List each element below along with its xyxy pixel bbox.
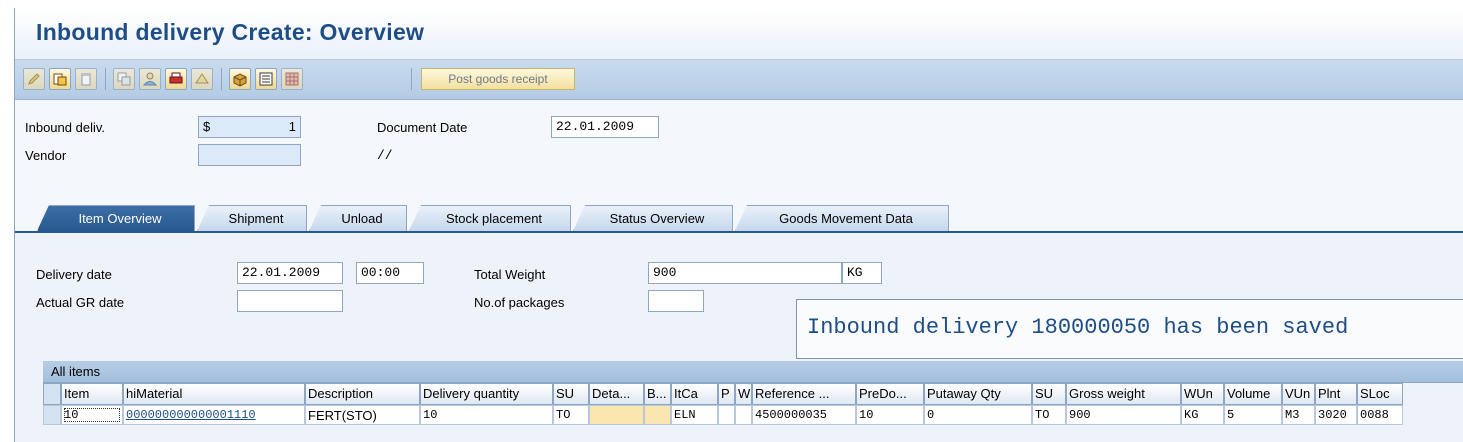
document-date-label: Document Date bbox=[377, 120, 468, 135]
status-message-popup: Inbound delivery 180000050 has been save… bbox=[796, 299, 1463, 359]
tab-goods-movement-data[interactable]: Goods Movement Data bbox=[735, 205, 949, 231]
structure-icon[interactable] bbox=[255, 68, 277, 90]
col-w[interactable]: W bbox=[735, 383, 752, 405]
actual-gr-date-label: Actual GR date bbox=[36, 295, 125, 310]
tabstrip: Item Overview Shipment Unload Stock plac… bbox=[15, 203, 1463, 231]
no-of-packages-label: No.of packages bbox=[474, 295, 565, 310]
tab-item-overview[interactable]: Item Overview bbox=[37, 205, 195, 231]
application-toolbar: Post goods receipt bbox=[15, 60, 1463, 100]
title-bar: Inbound delivery Create: Overview bbox=[15, 8, 1463, 60]
tab-status-overview[interactable]: Status Overview bbox=[573, 205, 733, 231]
col-predoc[interactable]: PreDo... bbox=[856, 383, 924, 405]
cell-description[interactable]: FERT(STO) bbox=[305, 405, 420, 425]
row-selector[interactable] bbox=[43, 405, 61, 425]
col-batch[interactable]: B... bbox=[644, 383, 671, 405]
col-plant[interactable]: Plnt bbox=[1315, 383, 1357, 405]
status-message-text: Inbound delivery 180000050 has been save… bbox=[807, 315, 1349, 340]
col-gross-weight[interactable]: Gross weight bbox=[1066, 383, 1181, 405]
col-volume-unit[interactable]: VUn bbox=[1282, 383, 1315, 405]
inbound-deliv-label: Inbound deliv. bbox=[25, 120, 105, 135]
toolbar-separator bbox=[221, 68, 222, 90]
tab-shipment[interactable]: Shipment bbox=[197, 205, 307, 231]
col-item[interactable]: Item bbox=[61, 383, 123, 405]
cell-predoc[interactable]: 10 bbox=[856, 405, 924, 425]
sap-window: Inbound delivery Create: Overview Post g… bbox=[14, 8, 1463, 442]
all-items-header: All items bbox=[43, 361, 1463, 383]
col-volume[interactable]: Volume bbox=[1224, 383, 1282, 405]
cell-detail[interactable] bbox=[589, 405, 644, 425]
cell-item[interactable]: 10 bbox=[61, 405, 123, 425]
cell-volume-unit[interactable]: M3 bbox=[1282, 405, 1315, 425]
all-items-title: All items bbox=[51, 364, 101, 379]
cell-putaway-qty[interactable]: 0 bbox=[924, 405, 1032, 425]
document-date-field[interactable]: 22.01.2009 bbox=[551, 116, 659, 138]
col-description[interactable]: Description bbox=[305, 383, 420, 405]
col-su[interactable]: SU bbox=[553, 383, 589, 405]
col-su-2[interactable]: SU bbox=[1032, 383, 1066, 405]
print-icon[interactable] bbox=[165, 68, 187, 90]
vendor-field[interactable] bbox=[198, 144, 301, 166]
delivery-date-field[interactable]: 22.01.2009 bbox=[237, 262, 343, 284]
vendor-name: // bbox=[377, 148, 393, 163]
cell-reference[interactable]: 4500000035 bbox=[752, 405, 856, 425]
col-putaway-qty[interactable]: Putaway Qty bbox=[924, 383, 1032, 405]
cell-su[interactable]: TO bbox=[553, 405, 589, 425]
cell-w[interactable] bbox=[735, 405, 752, 425]
col-delivery-quantity[interactable]: Delivery quantity bbox=[420, 383, 553, 405]
actual-gr-date-field[interactable] bbox=[237, 290, 343, 312]
col-storage-location[interactable]: SLoc bbox=[1357, 383, 1403, 405]
delivery-time-field[interactable]: 00:00 bbox=[356, 262, 424, 284]
inbound-deliv-prefix: $ bbox=[203, 119, 211, 134]
cell-p[interactable] bbox=[718, 405, 735, 425]
cell-weight-unit[interactable]: KG bbox=[1181, 405, 1224, 425]
person-icon[interactable] bbox=[139, 68, 161, 90]
tab-unload[interactable]: Unload bbox=[309, 205, 407, 231]
tab-stock-placement[interactable]: Stock placement bbox=[409, 205, 571, 231]
total-weight-unit-field[interactable]: KG bbox=[842, 262, 882, 284]
col-reference[interactable]: Reference ... bbox=[752, 383, 856, 405]
no-of-packages-field[interactable] bbox=[648, 290, 704, 312]
cell-su-2[interactable]: TO bbox=[1032, 405, 1066, 425]
post-goods-receipt-button[interactable]: Post goods receipt bbox=[421, 68, 575, 90]
vendor-label: Vendor bbox=[25, 148, 67, 163]
delivery-date-label: Delivery date bbox=[36, 267, 112, 282]
delete-icon[interactable] bbox=[75, 68, 97, 90]
edit-pencil-icon[interactable] bbox=[23, 68, 45, 90]
inbound-deliv-field[interactable]: $ 1 bbox=[198, 116, 301, 138]
col-p[interactable]: P bbox=[718, 383, 735, 405]
cell-gross-weight[interactable]: 900 bbox=[1066, 405, 1181, 425]
copy-icon[interactable] bbox=[113, 68, 135, 90]
toolbar-separator bbox=[411, 68, 412, 90]
col-weight-unit[interactable]: WUn bbox=[1181, 383, 1224, 405]
cell-delivery-quantity[interactable]: 10 bbox=[420, 405, 553, 425]
cell-volume[interactable]: 5 bbox=[1224, 405, 1282, 425]
page-title: Inbound delivery Create: Overview bbox=[36, 19, 425, 45]
cell-storage-location[interactable]: 0088 bbox=[1357, 405, 1403, 425]
col-material[interactable]: hiMaterial bbox=[123, 383, 305, 405]
cell-plant[interactable]: 3020 bbox=[1315, 405, 1357, 425]
cell-batch[interactable] bbox=[644, 405, 671, 425]
total-weight-label: Total Weight bbox=[474, 267, 546, 282]
grid-icon[interactable] bbox=[281, 68, 303, 90]
display-change-icon[interactable] bbox=[49, 68, 71, 90]
col-detail[interactable]: Deta... bbox=[589, 383, 644, 405]
col-item-category[interactable]: ItCa bbox=[671, 383, 718, 405]
total-weight-field[interactable]: 900 bbox=[648, 262, 842, 284]
cell-material[interactable]: 000000000000001110 bbox=[123, 405, 305, 425]
ticket-icon[interactable] bbox=[191, 68, 213, 90]
toolbar-separator bbox=[105, 68, 106, 90]
inbound-deliv-value: 1 bbox=[288, 119, 296, 134]
cell-item-category[interactable]: ELN bbox=[671, 405, 718, 425]
package-icon[interactable] bbox=[229, 68, 251, 90]
select-all-cell[interactable] bbox=[43, 383, 61, 405]
